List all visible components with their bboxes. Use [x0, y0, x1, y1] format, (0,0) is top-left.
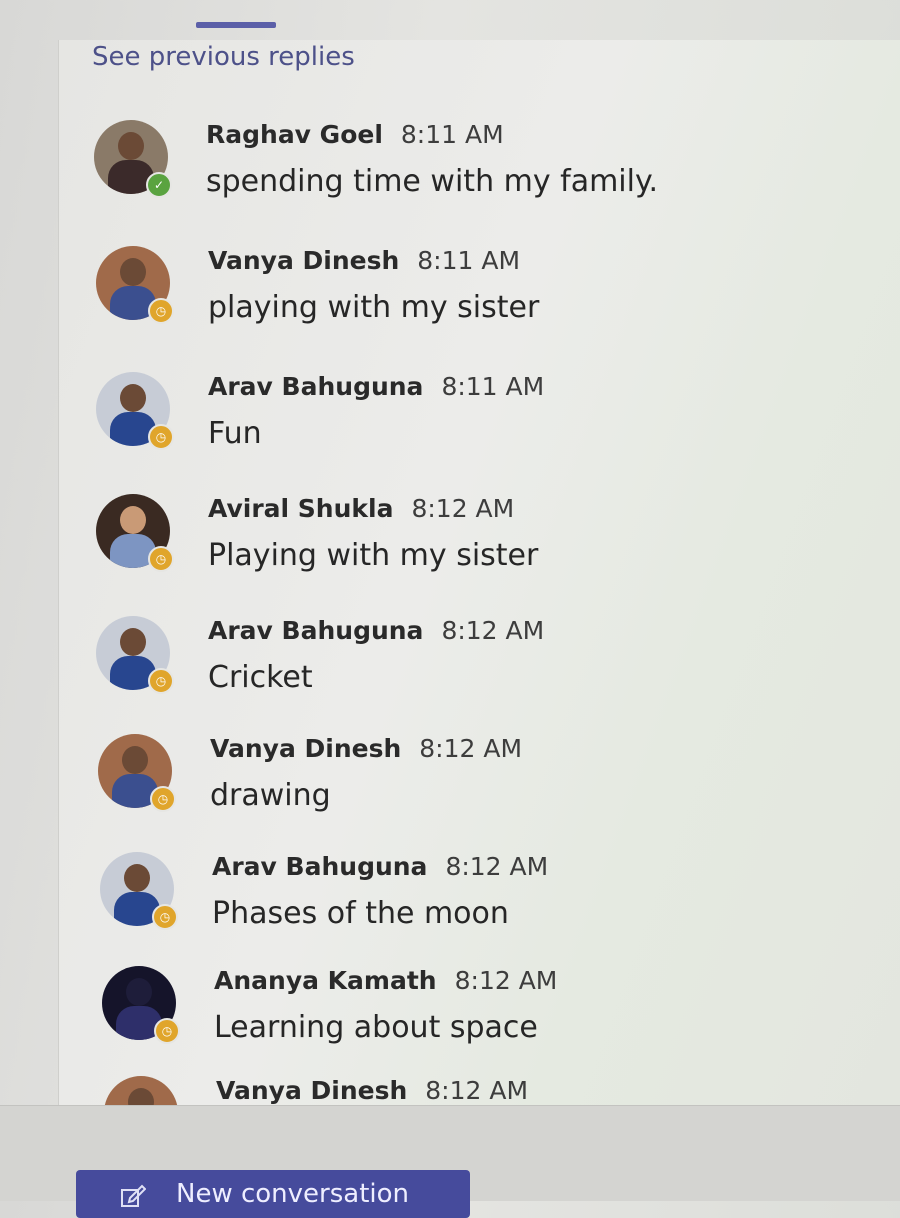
message-text: drawing	[210, 778, 331, 813]
author-name: Arav Bahuguna	[208, 616, 424, 645]
message-list: ✓ Raghav Goel 8:11 AM spending time with …	[0, 0, 900, 1105]
message-timestamp: 8:12 AM	[445, 852, 549, 881]
message-author[interactable]: Arav Bahuguna 8:12 AM	[212, 852, 548, 881]
message-timestamp: 8:12 AM	[419, 734, 523, 763]
message-text: playing with my sister	[208, 290, 540, 325]
message-item: ✓ Raghav Goel 8:11 AM spending time with …	[94, 120, 894, 220]
message-author[interactable]: Arav Bahuguna 8:11 AM	[208, 372, 544, 401]
message-author[interactable]: Ananya Kamath 8:12 AM	[214, 966, 557, 995]
message-author[interactable]: Vanya Dinesh 8:12 AM	[210, 734, 522, 763]
avatar-head	[122, 746, 148, 774]
message-timestamp: 8:11 AM	[441, 372, 545, 401]
message-timestamp: 8:11 AM	[400, 120, 504, 149]
avatar-head	[124, 864, 150, 892]
avatar-head	[118, 132, 144, 160]
away-clock-icon: ◷	[150, 786, 176, 812]
message-text: spending time with my family.	[206, 164, 658, 199]
message-timestamp: 8:11 AM	[417, 246, 521, 275]
away-clock-icon: ◷	[152, 904, 178, 930]
away-clock-icon: ◷	[154, 1018, 180, 1044]
author-name: Arav Bahuguna	[208, 372, 424, 401]
message-timestamp: 8:12 AM	[411, 494, 515, 523]
author-name: Vanya Dinesh	[216, 1076, 408, 1105]
avatar-head	[126, 978, 152, 1006]
message-author[interactable]: Vanya Dinesh 8:11 AM	[208, 246, 520, 275]
away-clock-icon: ◷	[148, 298, 174, 324]
message-item: ◷ Aviral Shukla 8:12 AM Playing with my s…	[96, 494, 896, 594]
author-name: Ananya Kamath	[214, 966, 437, 995]
message-item: ◷ Arav Bahuguna 8:12 AM Cricket	[96, 616, 896, 716]
author-name: Vanya Dinesh	[208, 246, 400, 275]
message-item: ◷ Arav Bahuguna 8:11 AM Fun	[96, 372, 896, 472]
new-conversation-label: New conversation	[176, 1179, 410, 1209]
avatar-head	[120, 384, 146, 412]
message-item: ◷ Arav Bahuguna 8:12 AM Phases of the moo…	[100, 852, 900, 952]
message-text: Cricket	[208, 660, 313, 695]
message-author[interactable]: Aviral Shukla 8:12 AM	[208, 494, 514, 523]
message-author[interactable]: Raghav Goel 8:11 AM	[206, 120, 504, 149]
away-clock-icon: ◷	[148, 424, 174, 450]
message-timestamp: 8:12 AM	[454, 966, 558, 995]
avatar-head	[128, 1088, 154, 1105]
message-author[interactable]: Arav Bahuguna 8:12 AM	[208, 616, 544, 645]
away-clock-icon: ◷	[148, 668, 174, 694]
available-status-icon: ✓	[146, 172, 172, 198]
message-text: Phases of the moon	[212, 896, 509, 931]
author-name: Arav Bahuguna	[212, 852, 428, 881]
author-name: Aviral Shukla	[208, 494, 394, 523]
message-text: Fun	[208, 416, 262, 451]
avatar-head	[120, 258, 146, 286]
new-conversation-button[interactable]: New conversation	[76, 1170, 470, 1218]
author-name: Vanya Dinesh	[210, 734, 402, 763]
compose-icon	[121, 1184, 146, 1207]
message-text: Playing with my sister	[208, 538, 539, 573]
message-item: ◷ Vanya Dinesh 8:12 AM drawing	[98, 734, 898, 834]
author-name: Raghav Goel	[206, 120, 383, 149]
away-clock-icon: ◷	[148, 546, 174, 572]
message-author[interactable]: Vanya Dinesh 8:12 AM	[216, 1076, 528, 1105]
message-item: Vanya Dinesh 8:12 AM	[104, 1076, 900, 1105]
message-item: ◷ Vanya Dinesh 8:11 AM playing with my si…	[96, 246, 896, 346]
avatar-head	[120, 628, 146, 656]
message-text: Learning about space	[214, 1010, 538, 1045]
message-timestamp: 8:12 AM	[425, 1076, 529, 1105]
avatar[interactable]	[104, 1076, 178, 1105]
avatar-head	[120, 506, 146, 534]
message-timestamp: 8:12 AM	[441, 616, 545, 645]
message-item: ◷ Ananya Kamath 8:12 AM Learning about sp…	[102, 966, 900, 1066]
